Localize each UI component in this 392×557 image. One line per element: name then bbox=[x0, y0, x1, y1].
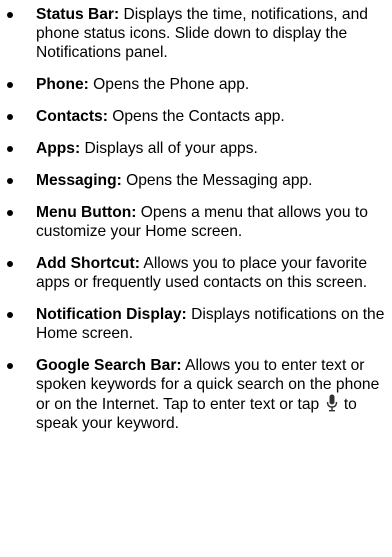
list-item: Phone: Opens the Phone app. bbox=[0, 75, 386, 94]
bullet-dot bbox=[7, 82, 13, 88]
item-description: Opens the Messaging app. bbox=[121, 172, 313, 189]
bullet-dot bbox=[7, 178, 13, 184]
microphone-icon bbox=[326, 394, 337, 412]
item-description: Opens the Phone app. bbox=[88, 76, 250, 93]
item-term: Contacts: bbox=[36, 108, 108, 125]
item-term: Phone: bbox=[36, 76, 89, 93]
item-description: Displays all of your apps. bbox=[80, 140, 258, 157]
bullet-dot bbox=[7, 210, 13, 216]
feature-list: Status Bar: Displays the time, notificat… bbox=[0, 5, 386, 433]
bullet-dot bbox=[7, 312, 13, 318]
bullet-dot bbox=[7, 114, 13, 120]
bullet-dot bbox=[7, 146, 13, 152]
list-item: Status Bar: Displays the time, notificat… bbox=[0, 5, 386, 62]
item-term: Menu Button: bbox=[36, 204, 137, 221]
list-item: Notification Display: Displays notificat… bbox=[0, 305, 386, 343]
list-item: Add Shortcut: Allows you to place your f… bbox=[0, 254, 386, 292]
item-term: Status Bar: bbox=[36, 6, 120, 23]
list-item: Messaging: Opens the Messaging app. bbox=[0, 171, 386, 190]
item-description: Opens the Contacts app. bbox=[107, 108, 285, 125]
bullet-dot bbox=[7, 363, 13, 369]
item-term: Notification Display: bbox=[36, 306, 187, 323]
document-page: Status Bar: Displays the time, notificat… bbox=[0, 0, 392, 557]
bullet-dot bbox=[7, 12, 13, 18]
item-term: Messaging: bbox=[36, 172, 122, 189]
item-term: Add Shortcut: bbox=[36, 255, 140, 272]
item-term: Apps: bbox=[36, 140, 81, 157]
list-item: Contacts: Opens the Contacts app. bbox=[0, 107, 386, 126]
list-item: Menu Button: Opens a menu that allows yo… bbox=[0, 203, 386, 241]
item-term: Google Search Bar: bbox=[36, 357, 182, 374]
bullet-dot bbox=[7, 261, 13, 267]
list-item: Google Search Bar: Allows you to enter t… bbox=[0, 356, 386, 433]
list-item: Apps: Displays all of your apps. bbox=[0, 139, 386, 158]
